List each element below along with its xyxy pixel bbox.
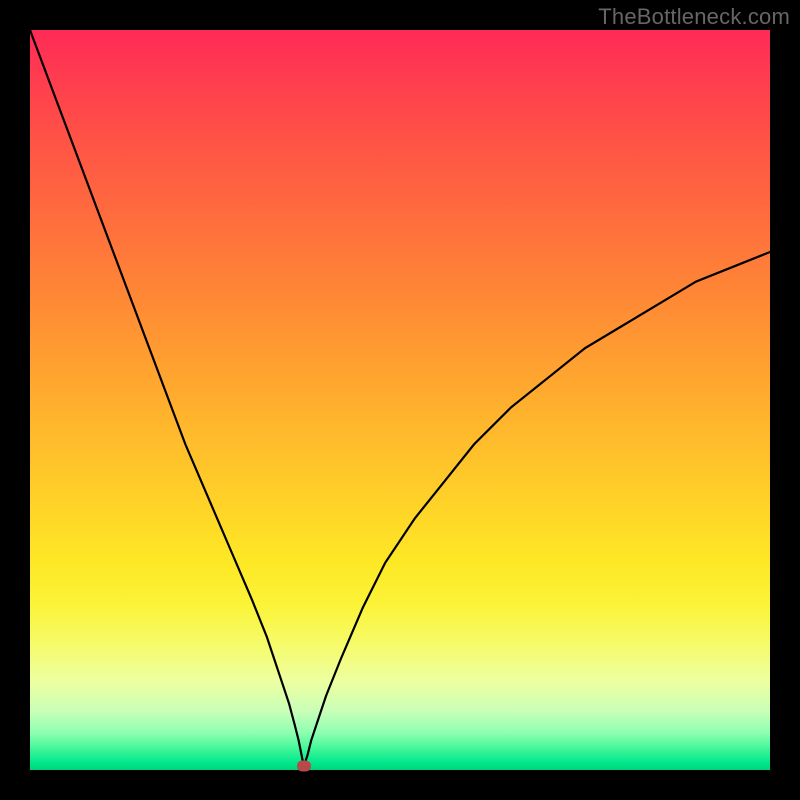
optimal-point-marker [297,761,311,772]
bottleneck-curve [30,30,770,770]
plot-area [30,30,770,770]
curve-left-branch [30,30,304,766]
chart-frame: TheBottleneck.com [0,0,800,800]
watermark-text: TheBottleneck.com [598,4,790,30]
curve-right-branch [304,252,770,766]
